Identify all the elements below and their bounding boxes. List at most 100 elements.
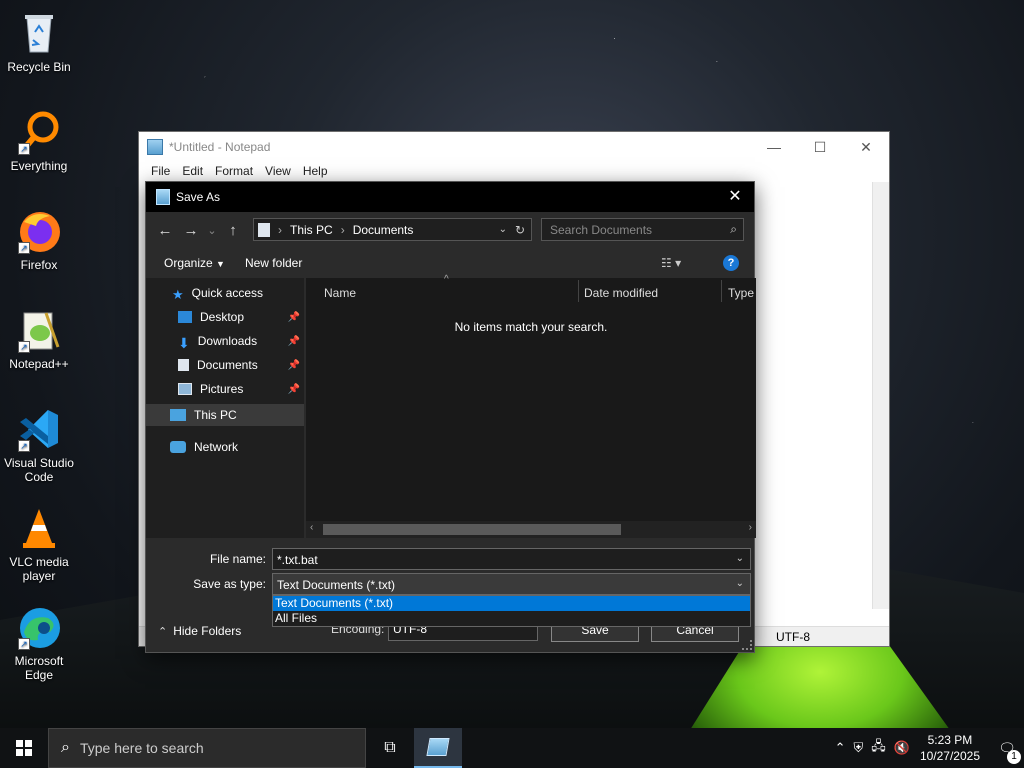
vlc-icon — [16, 505, 62, 551]
menu-help[interactable]: Help — [297, 162, 334, 182]
file-name-label: File name: — [209, 552, 266, 566]
nav-item-downloads[interactable]: ⬇ Downloads 📌 — [146, 330, 304, 352]
maximize-icon[interactable]: ☐ — [797, 132, 843, 162]
minimize-icon[interactable]: — — [751, 132, 797, 162]
edge-icon: ↗ — [16, 604, 62, 650]
hide-folders-button[interactable]: ⌃ Hide Folders — [158, 624, 241, 638]
scroll-left-icon[interactable]: ‹ — [310, 522, 313, 533]
start-button[interactable] — [0, 728, 48, 768]
nav-item-pictures[interactable]: Pictures 📌 — [146, 378, 304, 400]
search-icon: ⌕ — [730, 222, 737, 236]
back-arrow-icon[interactable]: ← — [152, 222, 178, 239]
desktop-icon-recycle-bin[interactable]: Recycle Bin — [0, 8, 78, 74]
menu-edit[interactable]: Edit — [176, 162, 209, 182]
scroll-thumb[interactable] — [323, 524, 621, 535]
column-date-modified[interactable]: Date modified — [584, 286, 658, 300]
dialog-toolbar: Organize ▼ New folder ☷ ▾ ? — [146, 248, 754, 278]
desktop-icon-notepadpp[interactable]: ↗ Notepad++ — [0, 305, 78, 371]
column-type[interactable]: Type — [728, 286, 754, 300]
column-name[interactable]: Name — [324, 286, 356, 300]
notepad-vertical-scrollbar[interactable] — [872, 182, 889, 609]
dialog-titlebar[interactable]: Save As — [146, 182, 754, 212]
shortcut-arrow-icon: ↗ — [18, 638, 30, 650]
chevron-up-icon: ⌃ — [158, 625, 168, 638]
nav-label: Quick access — [191, 286, 264, 300]
desktop-icon-label: Visual Studio Code — [4, 456, 74, 484]
task-view-icon[interactable]: ⧉ — [366, 728, 414, 768]
clock[interactable]: 5:23 PM 10/27/2025 — [920, 732, 980, 764]
dropdown-option-text-documents[interactable]: Text Documents (*.txt) — [273, 596, 750, 611]
save-as-dialog[interactable]: Save As ✕ ← → ⌄ ↑ › This PC › Documents … — [145, 181, 756, 653]
search-placeholder: Search Documents — [550, 223, 653, 237]
desktop-icon-label: Recycle Bin — [7, 60, 71, 74]
nav-item-desktop[interactable]: Desktop 📌 — [146, 306, 304, 328]
file-name-input[interactable]: *.txt.bat ⌄ — [272, 548, 751, 570]
refresh-icon[interactable]: ↻ — [515, 223, 525, 237]
desktop-icon-edge[interactable]: ↗ Microsoft Edge — [0, 602, 78, 682]
nav-item-this-pc[interactable]: This PC — [146, 404, 304, 426]
chevron-up-icon[interactable]: ⌃ — [835, 740, 846, 756]
breadcrumb-separator-icon: › — [278, 222, 282, 237]
view-options-icon[interactable]: ☷ ▾ — [661, 256, 681, 270]
file-name-value: *.txt.bat — [277, 553, 318, 567]
column-divider[interactable] — [578, 280, 579, 302]
save-as-type-select[interactable]: Text Documents (*.txt) ⌄ — [272, 573, 751, 595]
chevron-down-icon[interactable]: ⌄ — [736, 553, 744, 564]
nav-item-quick-access[interactable]: ★ Quick access — [146, 282, 304, 304]
organize-button[interactable]: Organize ▼ — [154, 256, 235, 270]
nav-item-documents[interactable]: Documents 📌 — [146, 354, 304, 376]
desktop-icon-label: Everything — [10, 159, 68, 173]
network-icon — [170, 441, 186, 453]
network-icon[interactable]: 🖧 — [871, 737, 886, 759]
security-icon[interactable]: ⛨ — [853, 740, 863, 756]
notepadpp-icon: ↗ — [16, 307, 62, 353]
notepad-icon — [426, 738, 450, 756]
column-divider[interactable] — [721, 280, 722, 302]
help-icon[interactable]: ? — [723, 255, 739, 271]
save-as-type-dropdown: Text Documents (*.txt) All Files — [272, 595, 751, 627]
horizontal-scrollbar[interactable]: ‹ › — [306, 521, 756, 538]
shortcut-arrow-icon: ↗ — [18, 242, 30, 254]
shortcut-arrow-icon: ↗ — [18, 440, 30, 452]
documents-folder-icon — [178, 359, 189, 371]
desktop-icon-vscode[interactable]: ↗ Visual Studio Code — [0, 404, 78, 484]
hide-folders-label: Hide Folders — [173, 624, 242, 638]
up-arrow-icon[interactable]: ↑ — [220, 222, 246, 239]
menu-format[interactable]: Format — [209, 162, 259, 182]
nav-label: Desktop — [200, 310, 245, 324]
caret-down-icon: ▼ — [216, 259, 225, 269]
forward-arrow-icon[interactable]: → — [178, 222, 204, 239]
breadcrumb-documents[interactable]: Documents — [353, 223, 414, 237]
desktop-icon-label: VLC media player — [9, 555, 69, 583]
search-icon: ⌕ — [61, 739, 70, 756]
taskbar-search-input[interactable]: ⌕ Type here to search — [48, 728, 366, 768]
menu-file[interactable]: File — [145, 162, 176, 182]
search-input[interactable]: Search Documents ⌕ — [541, 218, 744, 241]
chevron-down-icon[interactable]: ⌄ — [499, 224, 507, 235]
notifications-icon[interactable]: 🗨 1 — [990, 740, 1024, 764]
resize-grip-icon[interactable] — [742, 640, 752, 650]
address-bar[interactable]: › This PC › Documents ⌄ ↻ — [253, 218, 532, 241]
dropdown-option-all-files[interactable]: All Files — [273, 611, 750, 626]
scroll-right-icon[interactable]: › — [749, 522, 752, 533]
file-list[interactable]: Name ^ Date modified Type No items match… — [306, 274, 756, 538]
desktop-icon-everything[interactable]: ↗ Everything — [0, 107, 78, 173]
volume-muted-icon[interactable]: 🔇 — [894, 740, 910, 756]
new-folder-button[interactable]: New folder — [235, 256, 312, 270]
close-icon[interactable]: ✕ — [843, 132, 889, 162]
recent-locations-chevron-icon[interactable]: ⌄ — [204, 224, 220, 237]
desktop-folder-icon — [178, 311, 192, 323]
menu-view[interactable]: View — [259, 162, 297, 182]
save-as-type-label: Save as type: — [193, 577, 266, 591]
breadcrumb-this-pc[interactable]: This PC — [290, 223, 333, 237]
desktop-icon-firefox[interactable]: ↗ Firefox — [0, 206, 78, 272]
save-as-type-value: Text Documents (*.txt) — [277, 578, 396, 592]
window-controls: — ☐ ✕ — [751, 132, 889, 162]
desktop-icon-label: Microsoft Edge — [14, 654, 64, 682]
chevron-down-icon[interactable]: ⌄ — [736, 578, 744, 589]
sort-up-icon: ^ — [444, 274, 449, 285]
nav-item-network[interactable]: Network — [146, 436, 304, 458]
taskbar-notepad-button[interactable] — [414, 728, 462, 768]
desktop-icon-vlc[interactable]: VLC media player — [0, 503, 78, 583]
close-icon[interactable]: ✕ — [722, 186, 748, 208]
